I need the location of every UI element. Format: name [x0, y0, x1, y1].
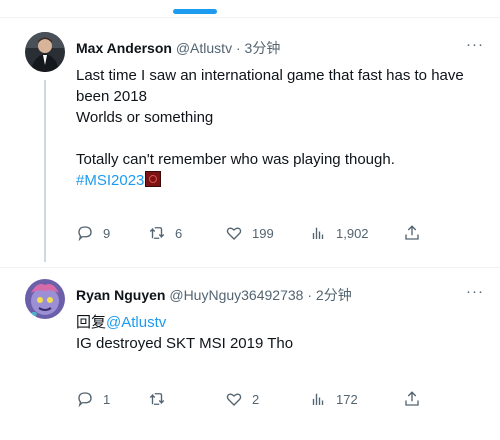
retweet-icon — [149, 393, 165, 405]
views-icon — [312, 227, 324, 239]
retweet-count: 6 — [175, 225, 183, 241]
msi-emblem-icon — [145, 171, 162, 187]
reply-button[interactable]: 9 — [76, 223, 110, 243]
reply-count: 1 — [103, 391, 111, 407]
avatar[interactable] — [25, 279, 65, 319]
more-icon[interactable]: ··· — [466, 283, 484, 300]
tweet-line: Worlds or something — [76, 109, 214, 126]
tweet-line: Last time I saw an international game th… — [76, 67, 464, 105]
author-name[interactable]: Ryan Nguyen — [76, 287, 165, 303]
tweet-max-anderson[interactable]: Max Anderson @Atlustv · 3分钟 ··· Last tim… — [0, 18, 500, 267]
tweet-text: 回复@Atlustv IG destroyed SKT MSI 2019 Tho — [76, 312, 476, 354]
timestamp[interactable]: 2分钟 — [316, 287, 352, 303]
avatar[interactable] — [25, 32, 65, 72]
more-icon[interactable]: ··· — [466, 36, 484, 53]
share-icon — [405, 391, 419, 406]
action-bar: 1 2 172 — [76, 389, 436, 409]
separator-dot: · — [235, 40, 241, 56]
reply-button[interactable]: 1 — [76, 389, 110, 409]
like-button[interactable]: 199 — [225, 223, 274, 243]
like-icon — [226, 227, 242, 240]
retweet-button[interactable]: 6 — [148, 223, 182, 243]
like-count: 2 — [252, 391, 260, 407]
active-tab-indicator — [173, 9, 217, 14]
tweet-line: Totally can't remember who was playing t… — [76, 151, 395, 168]
views-button[interactable]: 1,902 — [309, 223, 369, 243]
share-icon — [405, 225, 419, 240]
share-button[interactable] — [403, 223, 421, 243]
views-count: 1,902 — [336, 225, 369, 241]
reply-icon — [78, 226, 92, 242]
action-bar: 9 6 199 1,902 — [76, 223, 436, 243]
like-count: 199 — [252, 225, 274, 241]
tweet-ryan-nguyen[interactable]: Ryan Nguyen @HuyNguy36492738 · 2分钟 ··· 回… — [0, 268, 500, 440]
hashtag-link[interactable]: #MSI2023 — [76, 172, 144, 189]
tweet-header: Max Anderson @Atlustv · 3分钟 — [76, 39, 280, 57]
author-handle[interactable]: @HuyNguy36492738 — [169, 287, 303, 303]
thread-line — [44, 80, 46, 262]
reply-context: 回复@Atlustv — [76, 312, 476, 333]
like-button[interactable]: 2 — [225, 389, 259, 409]
timestamp[interactable]: 3分钟 — [245, 40, 281, 56]
hashtag-line: #MSI2023 — [76, 170, 476, 191]
tweet-header: Ryan Nguyen @HuyNguy36492738 · 2分钟 — [76, 286, 352, 304]
retweet-button[interactable] — [148, 389, 175, 409]
tweet-text: Last time I saw an international game th… — [76, 65, 476, 191]
views-count: 172 — [336, 391, 358, 407]
views-icon — [312, 393, 324, 405]
tweet-line: IG destroyed SKT MSI 2019 Tho — [76, 335, 294, 352]
author-name[interactable]: Max Anderson — [76, 40, 172, 56]
reply-prefix: 回复 — [76, 314, 107, 331]
share-button[interactable] — [403, 389, 421, 409]
mention-link[interactable]: @Atlustv — [106, 314, 166, 331]
reply-icon — [78, 392, 92, 408]
reply-count: 9 — [103, 225, 111, 241]
like-icon — [226, 393, 242, 406]
retweet-icon — [149, 227, 165, 239]
separator-dot: · — [307, 287, 313, 303]
author-handle[interactable]: @Atlustv — [176, 40, 232, 56]
views-button[interactable]: 172 — [309, 389, 358, 409]
